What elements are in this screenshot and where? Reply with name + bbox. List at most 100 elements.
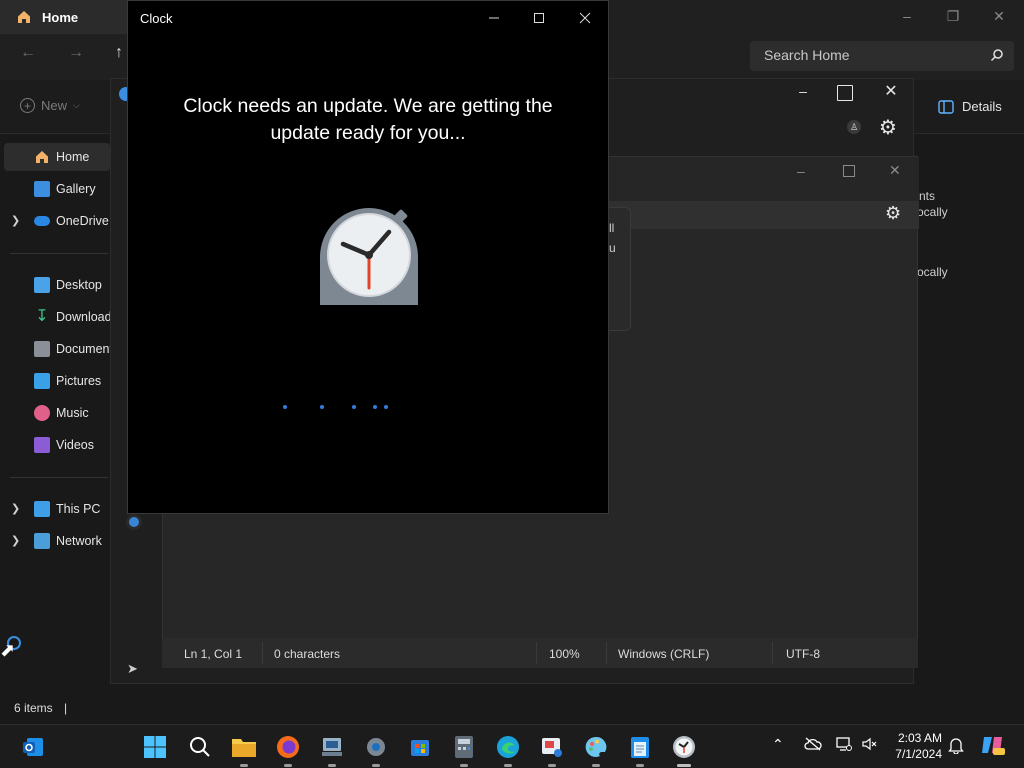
onedrive-cloud-icon [34, 216, 50, 226]
close-icon [579, 12, 591, 24]
line-ending[interactable]: Windows (CRLF) [618, 647, 709, 661]
new-label: New [41, 98, 68, 113]
outlook-app-icon[interactable] [18, 732, 48, 762]
item-count-text: 6 items [14, 701, 53, 715]
search-input[interactable]: Search Home [750, 41, 1014, 71]
search-placeholder: Search Home [764, 47, 850, 63]
volume-muted-icon[interactable] [862, 737, 878, 751]
minimize-icon[interactable]: – [797, 163, 805, 179]
character-count: 0 characters [274, 647, 341, 661]
details-pane-icon [938, 99, 954, 114]
snipping-tool-app-icon[interactable] [537, 732, 567, 767]
sidebar-item-desktop[interactable]: Desktop [0, 271, 110, 299]
running-indicator [636, 764, 644, 767]
network-status-icon[interactable] [836, 737, 852, 751]
home-icon [34, 149, 50, 165]
sidebar-item-onedrive[interactable]: OneDrive [0, 207, 110, 235]
file-explorer-app-icon[interactable] [229, 732, 259, 767]
maximize-icon[interactable] [837, 85, 853, 101]
sidebar-item-gallery[interactable]: Gallery [0, 175, 110, 203]
close-icon[interactable]: ✕ [889, 162, 901, 179]
edge-app-icon[interactable] [493, 732, 523, 767]
back-arrow-icon[interactable]: ← [20, 44, 36, 62]
sidebar-divider [10, 253, 108, 254]
close-icon[interactable]: ✕ [881, 81, 901, 100]
explorer-minimize-button[interactable]: – [884, 0, 930, 32]
dialog-text: ll [609, 221, 615, 235]
running-indicator [372, 764, 380, 767]
home-icon [16, 9, 32, 25]
loading-dot [283, 405, 287, 409]
item-count-status: 6 items | [14, 701, 67, 715]
notepad-app-icon[interactable] [625, 732, 655, 767]
pictures-icon [34, 373, 50, 389]
minimize-button[interactable] [484, 9, 504, 27]
zoom-level[interactable]: 100% [549, 647, 580, 661]
sidebar-item-label: Network [56, 534, 102, 548]
copilot-icon[interactable] [980, 733, 1006, 757]
onedrive-offline-icon[interactable] [804, 737, 822, 751]
status-divider [772, 642, 773, 664]
windows-logo-icon [144, 736, 166, 758]
loading-dot [320, 405, 324, 409]
forward-arrow-icon[interactable]: → [68, 44, 84, 62]
clock-datetime[interactable]: 2:03 AM 7/1/2024 [890, 730, 942, 762]
slider-thumb[interactable] [129, 517, 139, 527]
start-button[interactable] [140, 732, 170, 762]
dialog-text: u [609, 241, 616, 255]
close-button[interactable] [575, 9, 595, 27]
maximize-button[interactable] [529, 9, 549, 27]
maximize-icon [534, 13, 544, 23]
clock-app-window: Clock Clock needs an update. We are gett… [127, 0, 609, 514]
sidebar-item-label: Desktop [56, 278, 102, 292]
sidebar-item-network[interactable]: Network [0, 527, 110, 555]
desktop-icon [34, 277, 50, 293]
settings-gear-icon[interactable]: ⚙ [879, 115, 897, 140]
network-icon [34, 533, 50, 549]
loading-dot [384, 405, 388, 409]
sidebar-item-videos[interactable]: Videos [0, 431, 110, 459]
tab-home-label: Home [42, 9, 79, 25]
search-button[interactable] [185, 732, 215, 762]
settings-app-icon[interactable] [361, 732, 391, 767]
sidebar-item-label: This PC [56, 502, 101, 516]
sidebar-item-this-pc[interactable]: This PC [0, 495, 110, 523]
network-tool-app-icon[interactable] [317, 732, 347, 767]
microsoft-store-app-icon[interactable] [405, 732, 435, 762]
sidebar-item-pictures[interactable]: Pictures [0, 367, 110, 395]
account-icon[interactable]: ♙ [847, 120, 861, 134]
new-button[interactable]: + New ⌵ [20, 98, 80, 113]
status-divider [536, 642, 537, 664]
minimize-icon[interactable]: – [791, 83, 815, 101]
sidebar-item-label: Home [56, 150, 90, 164]
paint-app-icon[interactable] [581, 732, 611, 767]
notepad-status-bar: Ln 1, Col 1 0 characters 100% Windows (C… [162, 638, 918, 668]
sidebar-item-music[interactable]: Music [0, 399, 110, 427]
clock-app-icon[interactable] [669, 732, 699, 767]
pointer-icon: ➤ [127, 661, 138, 676]
explorer-close-button[interactable]: ✕ [976, 0, 1022, 32]
sidebar-item-downloads[interactable]: ↧ Downloads [0, 303, 110, 331]
settings-gear-icon[interactable]: ⚙ [885, 203, 901, 224]
encoding[interactable]: UTF-8 [786, 647, 820, 661]
side-text: nts [919, 189, 936, 203]
computer-icon [34, 501, 50, 517]
sidebar-item-home[interactable]: Home [4, 143, 110, 171]
calculator-app-icon[interactable] [449, 732, 479, 767]
explorer-maximize-button[interactable]: ❐ [930, 0, 976, 32]
notifications-bell-icon[interactable] [948, 736, 964, 754]
music-icon [34, 405, 50, 421]
up-arrow-icon[interactable]: ↑ [115, 44, 123, 62]
maximize-icon[interactable] [843, 165, 855, 177]
minimize-icon [489, 17, 499, 19]
details-pane-button[interactable]: Details [938, 99, 1002, 114]
taskbar: ⌃ 2:03 AM 7/1/2024 [0, 724, 1024, 768]
search-icon [990, 48, 1004, 62]
firefox-app-icon[interactable] [273, 732, 303, 767]
chevron-up-icon[interactable]: ⌃ [772, 736, 784, 753]
gear-icon [367, 738, 385, 756]
tab-home[interactable]: Home [0, 0, 128, 34]
sidebar-item-documents[interactable]: Documents [0, 335, 110, 363]
sidebar-item-label: Music [56, 406, 89, 420]
running-indicator [592, 764, 600, 767]
